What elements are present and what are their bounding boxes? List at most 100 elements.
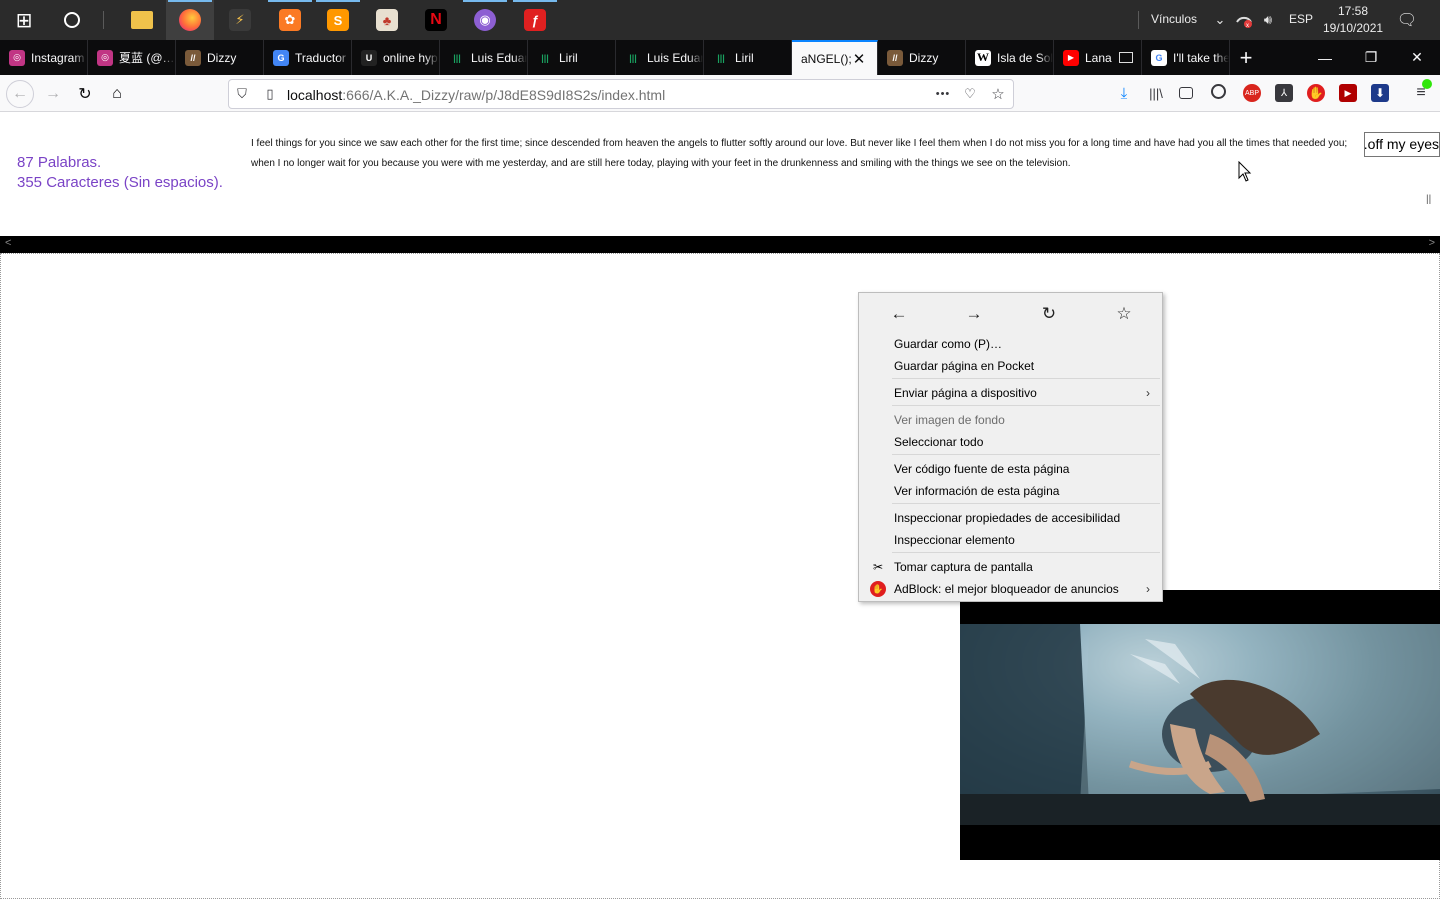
reload-icon: ↻ — [78, 86, 92, 103]
menu-item-view-source[interactable]: Ver código fuente de esta página — [862, 458, 1160, 480]
tab-luis-eduardo-2[interactable]: ||| Luis Eduardo — [616, 40, 704, 75]
instagram-icon: ◎ — [97, 49, 113, 66]
tab-instagram[interactable]: ◎ Instagram — [0, 40, 88, 75]
scroll-strip[interactable]: < > — [0, 236, 1440, 253]
new-tab-button[interactable]: + — [1232, 40, 1260, 75]
taskbar-file-explorer[interactable] — [118, 0, 166, 40]
taskbar-flash[interactable]: ƒ — [511, 0, 559, 40]
minimize-button[interactable]: — — [1302, 40, 1348, 75]
menu-item-label: Ver información de esta página — [894, 484, 1060, 498]
page-actions-more-icon[interactable]: ••• — [933, 85, 953, 103]
menu-item-inspect-element[interactable]: Inspeccionar elemento — [862, 529, 1160, 551]
tab-instagram-2[interactable]: ◎ 夏蓝 (@… — [88, 40, 176, 75]
tab-liril[interactable]: ||| Liril — [528, 40, 616, 75]
side-text-field[interactable]: off my eyes. — [1364, 132, 1440, 157]
links-toolbar-label[interactable]: Vínculos — [1151, 12, 1197, 26]
url-text[interactable]: localhost:666/A.K.A._Dizzy/raw/p/J8dE8S9… — [287, 87, 665, 103]
strip-right-arrow-icon[interactable]: > — [1429, 237, 1435, 249]
start-button[interactable]: ⊞ — [0, 0, 48, 40]
menu-item-save-to-pocket[interactable]: Guardar página en Pocket — [862, 355, 1160, 377]
library-icon[interactable]: |||\ — [1147, 84, 1165, 102]
bookmark-star-icon: ☆ — [1116, 304, 1132, 323]
tab-wikipedia[interactable]: W Isla de Sol — [966, 40, 1054, 75]
tab-title: 夏蓝 (@… — [119, 51, 175, 65]
ctx-back-button[interactable]: ← — [886, 303, 912, 325]
language-indicator[interactable]: ESP — [1289, 12, 1313, 26]
resize-handle[interactable]: || — [1426, 194, 1431, 205]
taskbar-netflix[interactable]: N — [412, 0, 460, 40]
adblock-plus-icon[interactable]: ABP — [1243, 84, 1261, 102]
taskbar-sublime-text[interactable]: S — [314, 0, 362, 40]
tab-youtube-lana[interactable]: ▶ Lana — [1054, 40, 1142, 75]
account-icon[interactable] — [1211, 84, 1226, 99]
notification-icon[interactable]: 🗨︎ — [1397, 11, 1417, 29]
menu-separator — [892, 552, 1160, 553]
ctx-forward-button[interactable]: → — [961, 303, 987, 325]
tab-google-search[interactable]: G I'll take the — [1142, 40, 1230, 75]
ctx-reload-button[interactable]: ↻ — [1036, 303, 1062, 325]
menu-item-inspect-accessibility[interactable]: Inspeccionar propiedades de accesibilida… — [862, 507, 1160, 529]
clock-date[interactable]: 19/10/2021 — [1323, 21, 1383, 35]
video-frame — [960, 624, 1440, 825]
tab-angel-active[interactable]: aNGEL(); ✕ — [792, 40, 878, 75]
adblock-icon[interactable]: ✋ — [1307, 84, 1325, 102]
chevron-down-icon[interactable]: ⌄ — [1211, 11, 1229, 29]
tab-translator[interactable]: G Traductor — [264, 40, 352, 75]
url-host: localhost — [287, 87, 343, 103]
page-info-icon[interactable]: ▯ — [261, 85, 279, 103]
taskbar-popcorn[interactable]: ♣ — [363, 0, 411, 40]
menu-item-send-to-device[interactable]: Enviar página a dispositivo › — [862, 382, 1160, 404]
browser-tab-strip: ◎ Instagram ◎ 夏蓝 (@… // Dizzy G Traducto… — [0, 40, 1440, 75]
video-downloader-icon[interactable]: ⬇ — [1371, 84, 1389, 102]
tab-title: Luis Eduardo — [647, 50, 703, 65]
tab-liril-2[interactable]: ||| Liril — [704, 40, 792, 75]
volume-icon[interactable]: 🔊︎ — [1259, 11, 1277, 29]
menu-item-label: Ver código fuente de esta página — [894, 462, 1070, 476]
tab-luis-eduardo[interactable]: ||| Luis Eduardo — [440, 40, 528, 75]
youtube-extension-icon[interactable]: ▶ — [1339, 84, 1357, 102]
ctx-bookmark-button[interactable]: ☆ — [1111, 303, 1137, 325]
reload-button[interactable]: ↻ — [71, 80, 99, 108]
home-icon: ⌂ — [112, 85, 122, 102]
clock-time[interactable]: 17:58 — [1338, 4, 1368, 18]
menu-item-adblock[interactable]: ✋ AdBlock: el mejor bloqueador de anuncio… — [862, 578, 1160, 600]
sidebar-icon[interactable] — [1179, 87, 1193, 99]
menu-item-save-as[interactable]: Guardar como (P)… — [862, 333, 1160, 355]
forward-button[interactable]: → — [39, 80, 67, 108]
taskbar-app-lightning[interactable]: ⚡ — [216, 0, 264, 40]
url-bar[interactable]: ⛉ ▯ localhost:666/A.K.A._Dizzy/raw/p/J8d… — [228, 79, 1014, 109]
download-icon[interactable]: ⤓ — [1115, 84, 1133, 102]
strip-left-arrow-icon[interactable]: < — [5, 237, 11, 249]
menu-item-select-all[interactable]: Seleccionar todo — [862, 431, 1160, 453]
tab-dizzy-2[interactable]: // Dizzy — [878, 40, 966, 75]
cortana-button[interactable] — [48, 0, 96, 40]
network-icon[interactable]: x — [1235, 11, 1253, 29]
bookmark-star-icon[interactable]: ☆ — [989, 85, 1007, 103]
menu-item-page-info[interactable]: Ver información de esta página — [862, 480, 1160, 502]
back-button[interactable]: ← — [6, 80, 34, 108]
dizzy-favicon-icon: // — [185, 49, 201, 66]
taskbar-github[interactable]: ◉ — [461, 0, 509, 40]
close-tab-icon[interactable]: ✕ — [851, 50, 867, 68]
svg-text:x: x — [1246, 23, 1249, 28]
tab-title: Dizzy — [207, 50, 237, 65]
tab-online-hyphenator[interactable]: U online hyphenator — [352, 40, 440, 75]
picture-in-picture-icon[interactable] — [1119, 52, 1133, 63]
restore-icon: ❐ — [1364, 49, 1378, 65]
navigation-toolbar: ← → ↻ ⌂ ⛉ ▯ localhost:666/A.K.A._Dizzy/r… — [0, 75, 1440, 112]
menu-item-take-screenshot[interactable]: ✂ Tomar captura de pantalla — [862, 556, 1160, 578]
extension-figure-icon[interactable]: ⅄ — [1275, 84, 1293, 102]
menu-item-label: Seleccionar todo — [894, 435, 984, 449]
video-player[interactable] — [960, 590, 1440, 860]
close-window-button[interactable]: ✕ — [1394, 40, 1440, 75]
tab-title: aNGEL(); — [801, 51, 851, 66]
home-button[interactable]: ⌂ — [103, 80, 131, 108]
tracking-protection-shield-icon[interactable]: ⛉ — [233, 85, 251, 103]
update-badge-icon — [1422, 79, 1432, 89]
taskbar-xampp[interactable]: ✿ — [266, 0, 314, 40]
tab-dizzy[interactable]: // Dizzy — [176, 40, 264, 75]
taskbar-firefox[interactable] — [166, 0, 214, 40]
pocket-icon[interactable]: ♡ — [961, 85, 979, 103]
restore-button[interactable]: ❐ — [1348, 40, 1394, 75]
tab-title: Liril — [559, 50, 578, 65]
